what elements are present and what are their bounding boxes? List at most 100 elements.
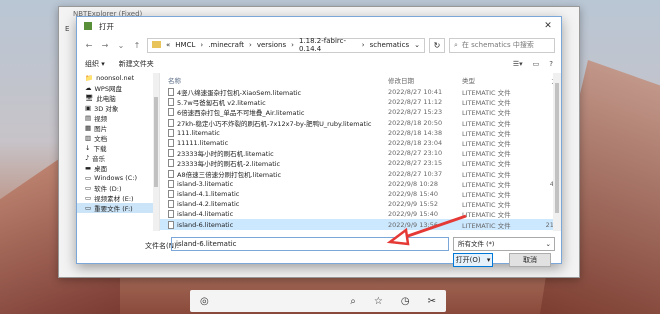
breadcrumb-hmcl[interactable]: HMCL — [175, 41, 195, 49]
sidebar-item-this-pc[interactable]: 🖥 此电脑 — [77, 93, 159, 103]
file-row[interactable]: 111.litematic 2022/8/18 14:38 LITEMATIC 文件 — [160, 128, 561, 138]
file-type: LITEMATIC 文件 — [462, 89, 511, 98]
file-name: 4竖八绵速蛋杂打包机-XiaoSem.litematic — [177, 89, 302, 98]
breadcrumb-schematics[interactable]: schematics — [370, 41, 410, 49]
file-row[interactable]: 5.7w弓爸匐石机 v2.litematic 2022/8/27 11:12 LIT… — [160, 97, 561, 107]
open-button[interactable]: 打开(O) ▾ — [453, 253, 493, 267]
file-type: LITEMATIC 文件 — [462, 129, 511, 138]
new-folder-button[interactable]: 新建文件夹 — [119, 59, 154, 69]
sidebar-item-wps[interactable]: ☁ WPS网盘 — [77, 83, 159, 93]
nbtexplorer-menu[interactable]: E — [65, 25, 69, 33]
file-row[interactable]: island-4.2.litematic 2022/9/9 15:52 LITEMA… — [160, 199, 561, 209]
file-icon — [168, 108, 174, 117]
forward-icon[interactable]: → — [99, 41, 111, 50]
sidebar-item-desktop[interactable]: ▬ 桌面 — [77, 163, 159, 173]
organize-menu[interactable]: 组织 ▾ — [85, 59, 105, 69]
file-icon — [168, 210, 174, 219]
file-name: 11111.litematic — [177, 139, 229, 148]
file-icon — [168, 139, 174, 148]
column-date[interactable]: 修改日期 — [388, 75, 462, 85]
file-icon — [168, 220, 174, 229]
history-icon[interactable]: ◷ — [401, 296, 410, 307]
file-name: island-4.1.litematic — [177, 189, 240, 198]
file-date: 2022/8/18 23:04 — [388, 139, 443, 148]
column-name[interactable]: 名称 — [160, 75, 388, 85]
file-type: LITEMATIC 文件 — [462, 119, 511, 128]
sidebar-item-videos[interactable]: ▤ 视频 — [77, 113, 159, 123]
document-icon: ▥ — [85, 134, 92, 142]
column-headers: 名称 修改日期 类型 大 — [160, 73, 561, 87]
refresh-icon[interactable]: ↻ — [429, 37, 445, 53]
file-row[interactable]: island-4.litematic 2022/9/9 15:40 LITEMATI… — [160, 209, 561, 219]
sidebar-item-pictures[interactable]: ▦ 图片 — [77, 123, 159, 133]
tools-icon[interactable]: ✂ — [428, 296, 436, 307]
drive-icon: ▭ — [85, 204, 92, 212]
file-icon — [168, 189, 174, 198]
file-name: 27kh-稳定小巧不炸裂的刷石机-7x12x7-by-肥鸭U_ruby.lite… — [177, 119, 372, 128]
help-icon[interactable]: ? — [549, 60, 553, 68]
desktop-icon: ▬ — [85, 164, 92, 172]
file-row[interactable]: island-4.1.litematic 2022/9/8 15:40 LITEMA… — [160, 189, 561, 199]
file-row[interactable]: A8倍速三倍速分刷打包机.litematic 2022/8/27 10:37 LIT… — [160, 169, 561, 179]
breadcrumb-versions[interactable]: versions — [257, 41, 286, 49]
recent-locations-icon[interactable]: ⌄ — [115, 41, 127, 50]
translate-icon[interactable]: ◎ — [200, 296, 209, 307]
sidebar-item-documents[interactable]: ▥ 文档 — [77, 133, 159, 143]
sidebar-scroll-thumb[interactable] — [154, 97, 158, 187]
folder-icon: 📁 — [85, 74, 94, 82]
file-row[interactable]: 11111.litematic 2022/8/18 23:04 LITEMATIC … — [160, 138, 561, 148]
file-icon — [168, 179, 174, 188]
file-row[interactable]: island-6.litematic 2022/9/9 13:56 LITEMATI… — [160, 219, 561, 230]
up-icon[interactable]: ↑ — [131, 41, 143, 50]
preview-pane-icon[interactable]: ▭ — [533, 60, 540, 68]
sidebar-scrollbar[interactable] — [153, 73, 159, 231]
file-row[interactable]: 6倍速西杂打包_单品不可堆叠_Air.litematic 2022/8/27 15… — [160, 107, 561, 117]
file-date: 2022/9/8 10:28 — [388, 179, 438, 188]
file-type: LITEMATIC 文件 — [462, 160, 511, 169]
file-row[interactable]: 4竖八绵速蛋杂打包机-XiaoSem.litematic 2022/8/27 10… — [160, 87, 561, 97]
file-name: 6倍速西杂打包_单品不可堆叠_Air.litematic — [177, 109, 305, 118]
column-type[interactable]: 类型 — [462, 75, 526, 85]
file-icon — [168, 98, 174, 107]
sidebar-item-3d[interactable]: ▣ 3D 对象 — [77, 103, 159, 113]
sidebar-item-noonsol[interactable]: 📁 noonsol.net — [77, 73, 159, 83]
search-input[interactable]: ⌕ 在 schematics 中搜索 — [449, 37, 555, 53]
file-list-scrollbar[interactable] — [553, 73, 561, 231]
sidebar-item-drive-c[interactable]: ▭ Windows (C:) — [77, 173, 159, 183]
file-list-scroll-thumb[interactable] — [555, 83, 559, 213]
file-row[interactable]: 23333每小时的刷石机.litematic 2022/8/27 23:10 LIT… — [160, 148, 561, 158]
search-icon[interactable]: ⌕ — [350, 296, 356, 307]
file-type: LITEMATIC 文件 — [462, 201, 511, 210]
back-icon[interactable]: ← — [83, 41, 95, 50]
file-name-cell: 23333每小时的刷石机.litematic — [160, 148, 388, 158]
address-bar[interactable]: « HMCL › .minecraft › versions › 1.18.2-fab… — [147, 37, 425, 53]
sidebar-item-downloads[interactable]: ↓ 下载 — [77, 143, 159, 153]
file-name-cell: 5.7w弓爸匐石机 v2.litematic — [160, 97, 388, 107]
floating-toolbar: ◎ ⌕ ☆ ◷ ✂ — [190, 290, 446, 312]
file-icon — [168, 169, 174, 178]
sidebar-item-drive-d[interactable]: ▭ 软件 (D:) — [77, 183, 159, 193]
dialog-body: 📁 noonsol.net ☁ WPS网盘 🖥 此电脑 ▣ 3D 对象 ▤ 视频 ▦ 图片 … — [77, 73, 561, 231]
sidebar-item-drive-e[interactable]: ▭ 视频素材 (E:) — [77, 193, 159, 203]
file-name: 5.7w弓爸匐石机 v2.litematic — [177, 99, 266, 108]
open-file-dialog: 打开 ✕ ← → ⌄ ↑ « HMCL › .minecraft › version… — [76, 16, 562, 267]
breadcrumb-version[interactable]: 1.18.2-fabirc-0.14.4 — [299, 37, 357, 53]
dialog-titlebar: 打开 ✕ — [77, 17, 561, 35]
view-options-icon[interactable]: ☰▾ — [513, 60, 523, 68]
file-date: 2022/8/27 23:15 — [388, 159, 443, 168]
sidebar-item-music[interactable]: ♪ 音乐 — [77, 153, 159, 163]
star-icon[interactable]: ☆ — [374, 296, 383, 307]
address-dropdown-icon[interactable]: ⌄ — [414, 41, 420, 49]
sidebar-item-drive-f[interactable]: ▭ 重要文件 (F:) — [77, 203, 159, 213]
file-rows: 4竖八绵速蛋杂打包机-XiaoSem.litematic 2022/8/27 10… — [160, 87, 561, 230]
file-date: 2022/8/27 23:10 — [388, 149, 443, 158]
breadcrumb-minecraft[interactable]: .minecraft — [208, 41, 244, 49]
file-row[interactable]: 23333每小时的刷石机-2.litematic 2022/8/27 23:15 L… — [160, 158, 561, 168]
cancel-button[interactable]: 取消 — [509, 253, 551, 267]
close-button[interactable]: ✕ — [535, 21, 561, 31]
file-name: A8倍速三倍速分刷打包机.litematic — [177, 170, 282, 179]
file-row[interactable]: island-3.litematic 2022/9/8 10:28 LITEMATI… — [160, 179, 561, 189]
chevron-down-icon: ⌄ — [545, 240, 551, 248]
file-name-cell: island-3.litematic — [160, 179, 388, 188]
file-row[interactable]: 27kh-稳定小巧不炸裂的刷石机-7x12x7-by-肥鸭U_ruby.lite… — [160, 118, 561, 128]
